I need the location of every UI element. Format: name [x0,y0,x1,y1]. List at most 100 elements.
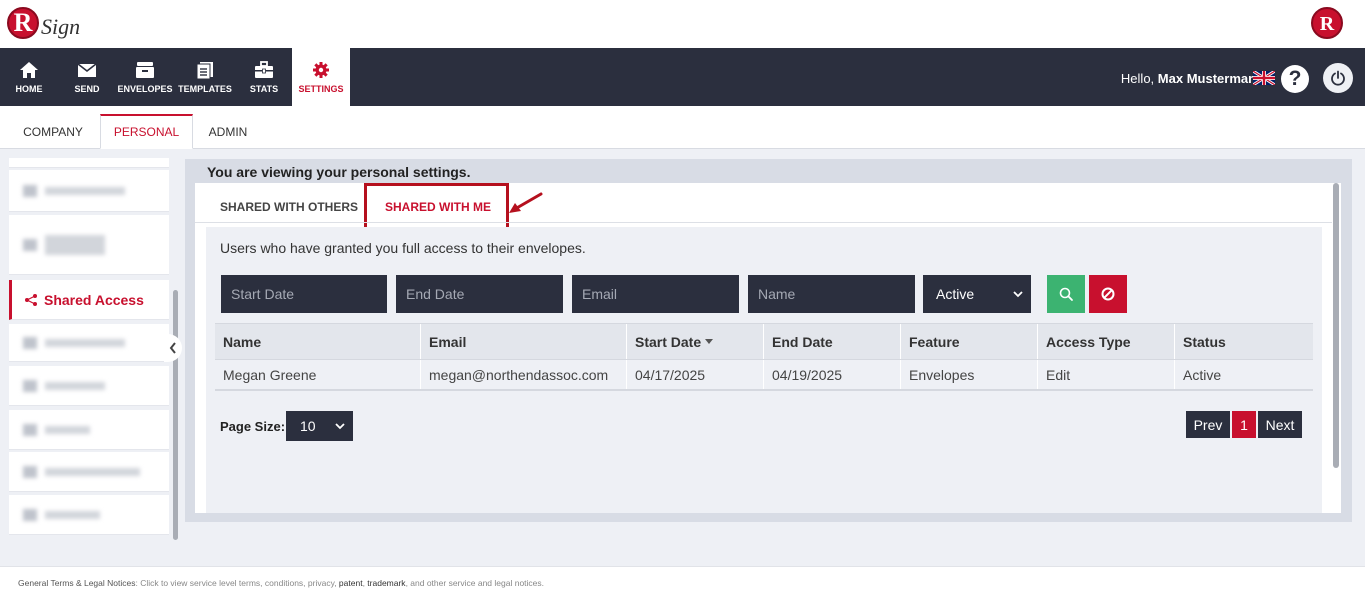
clear-filters-button[interactable] [1089,275,1127,313]
settings-sidebar: Shared Access [9,158,171,538]
pager-page-1[interactable]: 1 [1232,411,1256,438]
search-button[interactable] [1047,275,1085,313]
sidebar-item-shared-access[interactable]: Shared Access [9,280,169,320]
sidebar-blurred-content [23,184,125,197]
power-icon [1331,70,1345,86]
sidebar-item-blurred-7[interactable] [9,495,169,535]
sidebar-item-blurred-6[interactable] [9,452,169,492]
uk-flag-icon[interactable] [1253,71,1275,85]
col-start-date[interactable]: Start Date [627,324,764,359]
pager-next-button[interactable]: Next [1258,411,1302,438]
sidebar-blurred-content [23,465,140,478]
sidebar-item-top[interactable] [9,158,169,168]
highlight-annotation-box [364,183,509,231]
chevron-down-icon [1013,290,1023,297]
sidebar-item-blurred-4[interactable] [9,366,169,406]
col-feature[interactable]: Feature [901,324,1038,359]
nav-home-label: HOME [15,83,43,94]
page-size-value: 10 [300,418,316,434]
tab-company[interactable]: COMPANY [8,114,98,149]
help-button[interactable]: ? [1281,65,1309,93]
col-email[interactable]: Email [421,324,627,359]
cell-name: Megan Greene [215,360,421,389]
sidebar-item-blurred-5[interactable] [9,410,169,450]
col-end-date[interactable]: End Date [764,324,901,359]
logo-bar: R Sign R [0,0,1365,48]
col-feature-label: Feature [909,333,960,350]
tab-personal[interactable]: PERSONAL [100,114,193,149]
sidebar-item-blurred-3[interactable] [9,324,169,362]
sidebar-blurred-content [23,508,100,521]
nav-templates[interactable]: TEMPLATES [174,48,236,106]
table-header: Name Email Start Date End Date Feature A… [215,323,1313,359]
status-select[interactable]: Active [923,275,1031,313]
footer-patent-link[interactable]: patent [339,578,363,588]
table-row[interactable]: Megan Greene megan@northendassoc.com 04/… [215,359,1313,391]
footer-legal-text: General Terms & Legal Notices: Click to … [18,578,544,588]
search-icon [1059,287,1073,301]
nav-envelopes-label: ENVELOPES [117,83,173,94]
sub-tab-divider [195,222,1332,223]
arrow-annotation-icon [509,192,543,213]
settings-tab-bar: COMPANY PERSONAL ADMIN [0,106,1365,149]
page-size-label: Page Size: [220,419,286,434]
sidebar-item-blurred-1[interactable] [9,170,169,212]
cell-email: megan@northendassoc.com [421,360,627,389]
nav-settings-label: SETTINGS [298,83,344,94]
nav-stats[interactable]: STATS [236,48,292,106]
pager-prev-button[interactable]: Prev [1186,411,1230,438]
col-email-label: Email [429,333,467,350]
nav-envelopes[interactable]: ENVELOPES [116,48,174,106]
templates-icon [196,61,213,79]
nav-settings[interactable]: SETTINGS [292,48,350,106]
tab-shared-with-others[interactable]: SHARED WITH OTHERS [220,200,358,214]
logo-r-mark: R [7,7,39,39]
chevron-left-icon [169,342,176,354]
sidebar-blurred-content [23,336,125,349]
col-start-date-label: Start Date [635,333,702,350]
cell-start-date: 04/17/2025 [627,360,764,389]
greeting-prefix: Hello, [1120,71,1155,86]
share-icon [25,293,37,306]
sidebar-scrollbar[interactable] [173,290,178,540]
footer-text-2: , and other service and legal notices. [405,578,545,588]
help-icon: ? [1288,67,1302,90]
logout-button[interactable] [1323,63,1353,93]
nav-send[interactable]: SEND [58,48,116,106]
user-name: Max Mustermann [1157,71,1264,86]
list-description: Users who have granted you full access t… [220,240,586,256]
sidebar-blurred-content [23,423,90,436]
chevron-down-icon [335,422,345,429]
end-date-input[interactable]: End Date [396,275,563,313]
cell-access-type: Edit [1038,360,1175,389]
home-icon [20,61,38,78]
envelope-icon [77,62,97,77]
nav-send-label: SEND [74,83,100,94]
name-filter-input[interactable]: Name [748,275,915,313]
rpost-logo-icon: R [1311,7,1343,39]
footer-legal-link[interactable]: General Terms & Legal Notices [18,578,135,588]
start-date-input[interactable]: Start Date [221,275,387,313]
sidebar-blurred-content [23,234,105,255]
col-status-label: Status [1183,333,1226,350]
user-greeting: Hello, Max Mustermann [1121,71,1264,86]
sidebar-item-label: Shared Access [44,291,144,308]
footer-trademark-link[interactable]: trademark [367,578,405,588]
col-end-date-label: End Date [772,333,833,350]
tab-admin[interactable]: ADMIN [193,114,263,149]
briefcase-icon [255,60,273,78]
sidebar-item-blurred-2[interactable] [9,215,169,275]
cell-end-date: 04/19/2025 [764,360,901,389]
email-filter-input[interactable]: Email [572,275,739,313]
nav-home[interactable]: HOME [0,48,58,106]
sidebar-blurred-content [23,379,105,392]
sort-desc-icon [705,339,714,344]
col-status[interactable]: Status [1175,324,1313,359]
col-access-type-label: Access Type [1046,333,1131,350]
panel-scrollbar[interactable] [1333,183,1339,468]
col-name[interactable]: Name [215,324,421,359]
col-access-type[interactable]: Access Type [1038,324,1175,359]
page-size-select[interactable]: 10 [286,411,353,441]
rsign-logo[interactable]: R Sign [7,6,80,40]
ban-icon [1101,287,1115,301]
